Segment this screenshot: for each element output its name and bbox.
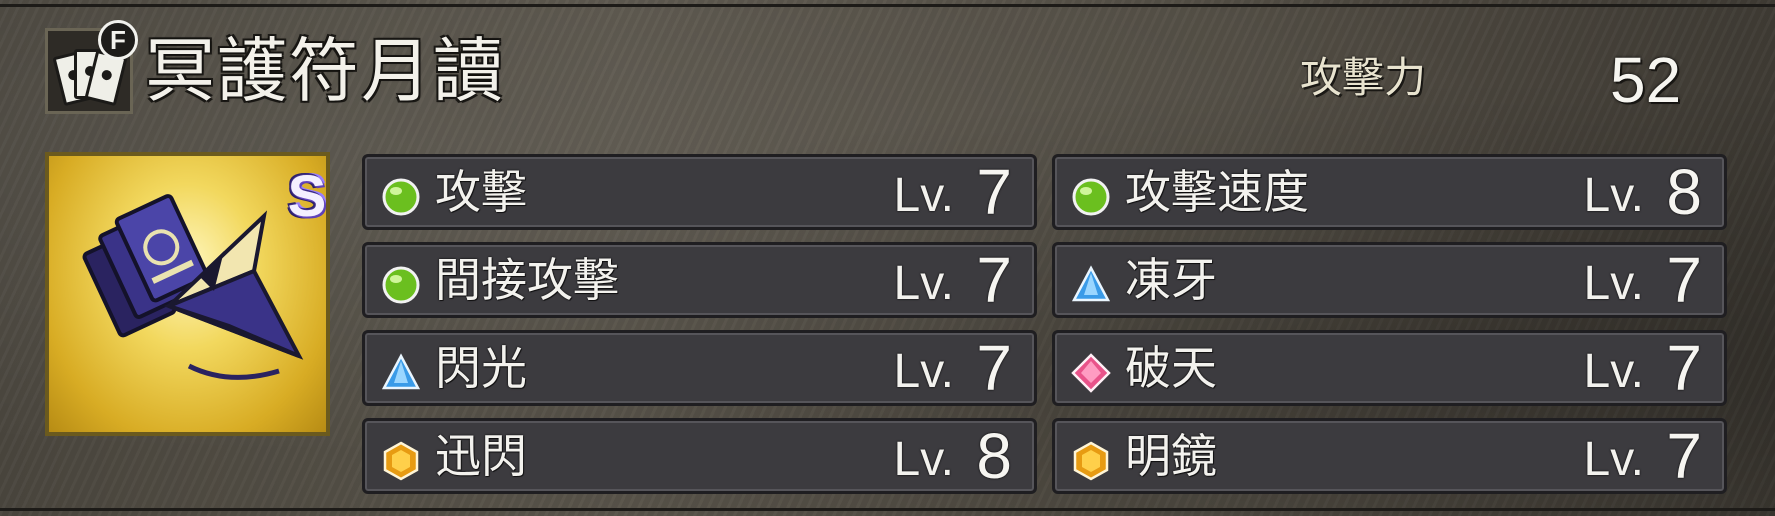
skill-name: 攻擊速度 (1125, 165, 1309, 219)
top-frame-line (0, 4, 1775, 7)
blue-triangle-gem-icon (381, 353, 421, 390)
skill-level: 7 (976, 332, 1012, 404)
pink-diamond-gem-icon (1071, 353, 1111, 393)
weapon-type-badge: F (98, 20, 138, 60)
skill-level: 7 (1666, 332, 1702, 404)
rank-badge: S (287, 164, 327, 229)
skill-row: 凍牙 Lv. 7 (1052, 242, 1727, 318)
skill-level-prefix: Lv. (893, 345, 954, 398)
skill-level-prefix: Lv. (1583, 433, 1644, 486)
skill-level-prefix: Lv. (893, 257, 954, 310)
skill-row: 明鏡 Lv. 7 (1052, 418, 1727, 494)
blue-triangle-gem-icon (1071, 265, 1111, 302)
skill-level-prefix: Lv. (893, 433, 954, 486)
gold-hexagon-gem-icon (383, 441, 419, 481)
skill-row: 攻擊速度 Lv. 8 (1052, 154, 1727, 230)
skill-name: 破天 (1125, 341, 1217, 395)
green-orb-icon (1072, 178, 1110, 216)
skill-row: 閃光 Lv. 7 (362, 330, 1037, 406)
skill-level-prefix: Lv. (893, 169, 954, 222)
skill-name: 凍牙 (1125, 253, 1217, 307)
skill-name: 明鏡 (1125, 429, 1217, 483)
skill-level: 7 (976, 156, 1012, 228)
skill-name: 攻擊 (435, 165, 527, 219)
skill-level-prefix: Lv. (1583, 257, 1644, 310)
skill-level: 7 (1666, 420, 1702, 492)
gold-hexagon-gem-icon (1073, 441, 1109, 481)
attack-value: 52 (1610, 44, 1682, 116)
green-orb-icon (382, 178, 420, 216)
skill-name: 間接攻擊 (435, 253, 619, 307)
skill-row: 破天 Lv. 7 (1052, 330, 1727, 406)
bottom-frame-line (0, 508, 1775, 511)
green-orb-icon (382, 266, 420, 304)
skill-level: 8 (976, 420, 1012, 492)
skill-row: 間接攻擊 Lv. 7 (362, 242, 1037, 318)
skill-level-prefix: Lv. (1583, 345, 1644, 398)
skill-name: 閃光 (435, 341, 527, 395)
skill-level: 7 (1666, 244, 1702, 316)
skill-name: 迅閃 (435, 429, 527, 483)
skill-row: 攻擊 Lv. 7 (362, 154, 1037, 230)
skill-row: 迅閃 Lv. 8 (362, 418, 1037, 494)
skill-level-prefix: Lv. (1583, 169, 1644, 222)
skill-level: 8 (1666, 156, 1702, 228)
weapon-name: 冥護符月讀 (145, 30, 505, 112)
skill-level: 7 (976, 244, 1012, 316)
attack-label: 攻擊力 (1300, 53, 1427, 102)
